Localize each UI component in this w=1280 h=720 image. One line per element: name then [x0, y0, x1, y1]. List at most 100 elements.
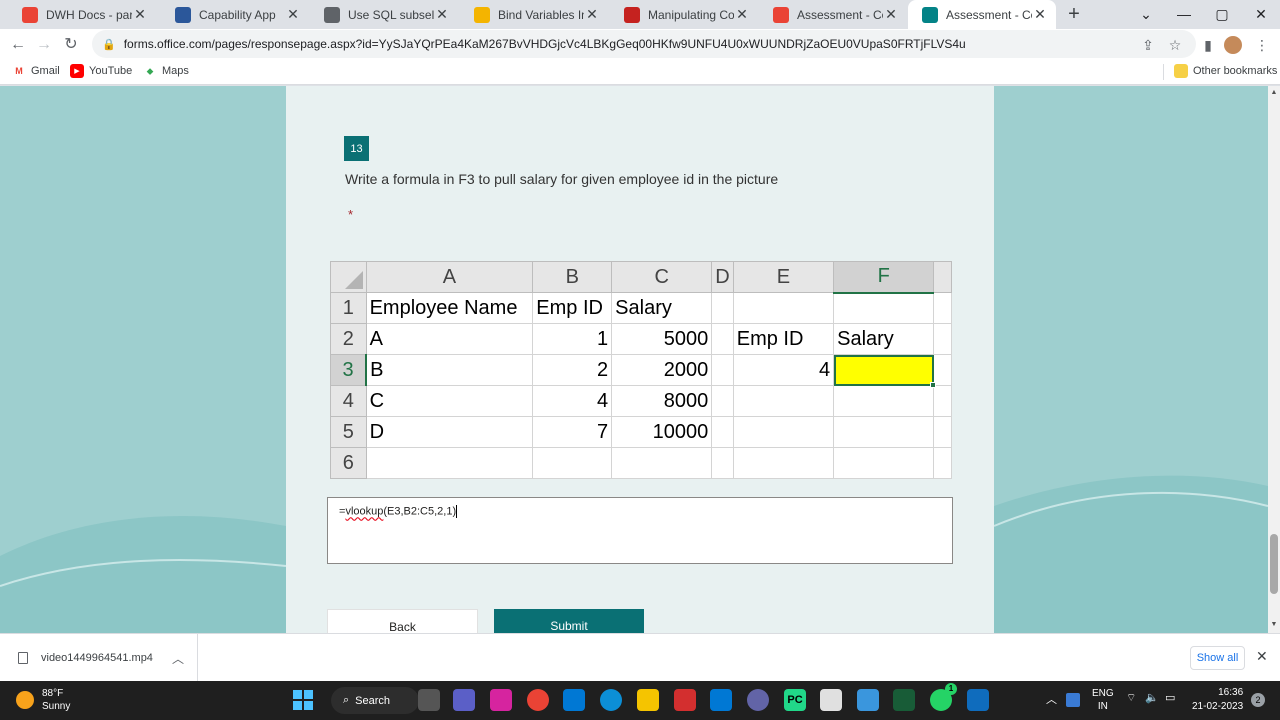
bookmark-star-icon[interactable]: ☆ — [1165, 35, 1185, 55]
column-header: C — [611, 261, 713, 293]
tab-strip: DWH Docs - paradhan✕Capability App✕Use S… — [0, 0, 1280, 29]
bookmark-youtube[interactable]: ▶ YouTube — [70, 64, 132, 78]
submit-button[interactable]: Submit — [494, 609, 644, 633]
maximize-icon[interactable]: ▢ — [1203, 0, 1241, 29]
tab-close-icon[interactable]: ✕ — [1032, 6, 1048, 23]
back-button[interactable]: Back — [327, 609, 478, 633]
page-content: 13 Write a formula in F3 to pull salary … — [0, 86, 1268, 633]
mail-icon[interactable] — [710, 689, 732, 711]
tab-close-icon[interactable]: ✕ — [434, 6, 450, 23]
forward-nav-icon[interactable]: → — [32, 33, 56, 57]
address-bar[interactable]: 🔒 forms.office.com/pages/responsepage.as… — [92, 30, 1196, 58]
tab-close-icon[interactable]: ✕ — [734, 6, 750, 23]
table-cell-empty — [933, 447, 952, 479]
fill-handle — [930, 382, 937, 388]
menu-kebab-icon[interactable]: ⋮ — [1252, 35, 1272, 55]
table-cell: Salary — [833, 323, 935, 355]
video-icon — [624, 6, 640, 23]
table-cell — [732, 292, 835, 324]
instagram-icon[interactable] — [490, 689, 512, 711]
window-close-icon[interactable]: ✕ — [1242, 0, 1280, 29]
tray-app-icon[interactable] — [1066, 693, 1080, 707]
close-icon[interactable]: ✕ — [1256, 648, 1268, 665]
taskbar-search[interactable]: ⌕ Search — [331, 687, 419, 714]
task-view-icon[interactable] — [418, 689, 440, 711]
clock-date: 21-02-2023 — [1192, 701, 1244, 712]
excel-icon[interactable] — [893, 689, 915, 711]
table-row: 6 — [330, 447, 952, 479]
reload-icon[interactable]: ↻ — [59, 33, 83, 57]
download-item[interactable]: video1449964541.mp4 ︿ — [0, 634, 198, 681]
pycharm-icon[interactable]: PC — [784, 689, 806, 711]
table-cell: Emp ID — [732, 323, 835, 355]
folder-icon — [1174, 64, 1188, 78]
chrome-icon[interactable] — [527, 689, 549, 711]
bookmark-label: YouTube — [89, 65, 133, 77]
browser-tab[interactable]: Use SQL subselects to✕ — [310, 0, 458, 29]
new-tab-icon[interactable]: + — [1063, 3, 1085, 25]
teams-chat-icon[interactable] — [453, 689, 475, 711]
other-bookmarks[interactable]: Other bookmarks — [1174, 64, 1277, 78]
whatsapp-icon[interactable]: 1 — [930, 683, 957, 711]
table-cell-empty — [933, 416, 952, 448]
browser-tab[interactable]: Capability App ✕ — [161, 0, 309, 29]
table-cell — [732, 447, 835, 479]
table-cell: C — [365, 385, 534, 417]
tray-chevron-icon[interactable]: ︿ — [1046, 691, 1057, 707]
download-bar: video1449964541.mp4 ︿ Show all ✕ — [0, 633, 1280, 681]
table-cell — [532, 447, 613, 479]
answer-input[interactable]: =vlookup(E3,B2:C5,2,1) — [327, 497, 953, 564]
row-header: 2 — [330, 323, 367, 355]
notepad-icon[interactable] — [820, 689, 842, 711]
tab-close-icon[interactable]: ✕ — [285, 6, 301, 23]
scrollbar-thumb[interactable] — [1270, 534, 1278, 594]
language-indicator[interactable]: ENG IN — [1092, 687, 1114, 713]
tab-search-icon[interactable]: ⌄ — [1127, 0, 1165, 29]
browser-tab[interactable]: Bind Variables In PL/SQL✕ — [460, 0, 608, 29]
table-cell: 4 — [732, 354, 835, 386]
browser-tab[interactable]: DWH Docs - paradhan✕ — [8, 0, 156, 29]
weather-condition: Sunny — [42, 701, 71, 712]
windows-taskbar: 88°F Sunny ⌕ Search PC 1 ︿ ENG IN ⌔ 🔈 ▭ … — [0, 681, 1280, 720]
minimize-icon[interactable]: — — [1165, 0, 1203, 29]
bookmark-gmail[interactable]: M Gmail — [12, 64, 59, 78]
system-clock[interactable]: 16:36 21-02-2023 — [1192, 686, 1243, 714]
bookmark-divider — [1163, 64, 1164, 80]
wifi-icon[interactable]: ⌔ — [1126, 691, 1136, 705]
back-nav-icon[interactable]: ← — [6, 33, 30, 57]
video-call-icon[interactable] — [747, 689, 769, 711]
bookmark-maps[interactable]: ⬥ Maps — [143, 64, 189, 78]
tab-close-icon[interactable]: ✕ — [584, 6, 600, 23]
scroll-down-icon[interactable]: ▼ — [1268, 621, 1280, 628]
edge-icon[interactable] — [600, 689, 622, 711]
store-icon[interactable] — [563, 689, 585, 711]
weather-widget[interactable]: 88°F Sunny — [16, 687, 70, 713]
browser-tab[interactable]: Assessment - Concern✕ — [759, 0, 907, 29]
browser-tab[interactable]: Assessment - Concern✕ — [908, 0, 1056, 29]
table-cell: 1 — [532, 323, 613, 355]
tab-title: Assessment - Concern — [797, 7, 883, 22]
language-region: IN — [1097, 701, 1108, 712]
required-mark: * — [348, 207, 354, 222]
page-scrollbar[interactable]: ▲ ▼ — [1268, 86, 1280, 633]
profile-avatar[interactable] — [1224, 36, 1242, 54]
table-cell — [833, 416, 935, 448]
notification-badge[interactable]: 2 — [1251, 693, 1265, 707]
volume-icon[interactable]: 🔈 — [1145, 691, 1159, 704]
tab-close-icon[interactable]: ✕ — [132, 6, 148, 23]
browser-tab[interactable]: Manipulating Comma✕ — [610, 0, 758, 29]
chevron-up-icon[interactable]: ︿ — [172, 650, 184, 667]
file-icon — [18, 651, 28, 664]
windows-start-icon[interactable] — [292, 689, 314, 711]
clock-time: 16:36 — [1218, 687, 1244, 698]
side-panel-icon[interactable]: ▮ — [1198, 35, 1218, 55]
file-explorer-icon[interactable] — [637, 689, 659, 711]
scroll-up-icon[interactable]: ▲ — [1268, 89, 1280, 96]
tab-close-icon[interactable]: ✕ — [883, 6, 899, 23]
app-icon[interactable] — [857, 689, 879, 711]
battery-icon[interactable]: ▭ — [1165, 691, 1175, 704]
share-icon[interactable]: ⇪ — [1138, 35, 1158, 55]
show-all-button[interactable]: Show all — [1190, 646, 1245, 670]
calendar-app-icon[interactable] — [967, 689, 989, 711]
pdf-icon[interactable] — [674, 689, 696, 711]
